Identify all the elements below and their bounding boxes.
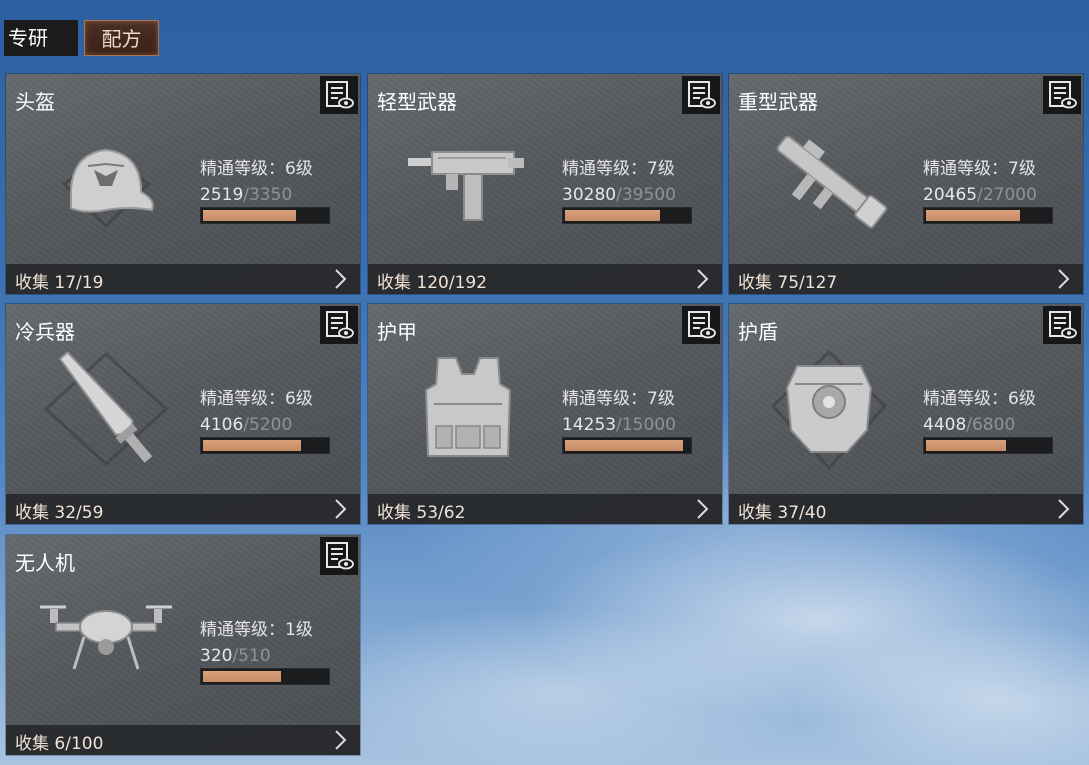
collection-footer[interactable]: 收集 17/19 (6, 264, 360, 294)
category-card-shield[interactable]: 护盾 精通等级：6级 4408/6800 收集 37/40 (729, 304, 1083, 524)
mastery-level: 精通等级：7级 (562, 389, 675, 409)
view-recipe-button[interactable] (320, 76, 358, 114)
mastery-progress: 320/510 (200, 646, 271, 666)
chevron-right-icon (697, 499, 709, 519)
collection-footer[interactable]: 收集 6/100 (6, 725, 360, 755)
progress-fill (565, 440, 683, 451)
progress-fill (203, 440, 301, 451)
collection-count: 收集 75/127 (738, 273, 838, 293)
progress-bar (200, 668, 330, 685)
category-card-helmet[interactable]: 头盔 精通等级：6级 2519/3350 收集 17/19 (6, 74, 360, 294)
collection-footer[interactable]: 收集 120/192 (368, 264, 722, 294)
blade-icon (43, 351, 169, 467)
document-eye-icon (1049, 81, 1077, 109)
document-eye-icon (688, 81, 716, 109)
mastery-progress: 4408/6800 (923, 415, 1016, 435)
chevron-right-icon (1058, 499, 1070, 519)
progress-fill (926, 210, 1020, 221)
tab-bar: 专研 配方 (4, 20, 159, 56)
collection-count: 收集 6/100 (15, 734, 104, 754)
collection-footer[interactable]: 收集 32/59 (6, 494, 360, 524)
progress-fill (203, 671, 281, 682)
armor-vest-icon (424, 357, 512, 457)
mastery-progress: 4106/5200 (200, 415, 293, 435)
tab-recipe[interactable]: 配方 (84, 20, 159, 56)
helmet-cap-icon (61, 148, 154, 229)
collection-footer[interactable]: 收集 53/62 (368, 494, 722, 524)
collection-count: 收集 32/59 (15, 503, 104, 523)
collection-count: 收集 53/62 (377, 503, 466, 523)
mastery-progress: 14253/15000 (562, 415, 676, 435)
card-title: 护甲 (377, 320, 417, 344)
chevron-right-icon (1058, 269, 1070, 289)
document-eye-icon (326, 311, 354, 339)
progress-fill (203, 210, 296, 221)
chevron-right-icon (697, 269, 709, 289)
collection-footer[interactable]: 收集 75/127 (729, 264, 1083, 294)
shield-armor-icon (770, 349, 888, 471)
progress-bar (923, 207, 1053, 224)
card-title: 护盾 (738, 320, 778, 344)
view-recipe-button[interactable] (320, 306, 358, 344)
tab-research[interactable]: 专研 (4, 20, 78, 56)
mastery-progress: 20465/27000 (923, 185, 1037, 205)
progress-fill (565, 210, 660, 221)
card-title: 轻型武器 (377, 90, 457, 114)
progress-bar (562, 207, 692, 224)
collection-count: 收集 37/40 (738, 503, 827, 523)
mastery-level: 精通等级：1级 (200, 620, 313, 640)
view-recipe-button[interactable] (682, 76, 720, 114)
document-eye-icon (1049, 311, 1077, 339)
view-recipe-button[interactable] (320, 537, 358, 575)
category-card-armor[interactable]: 护甲 精通等级：7级 14253/15000 收集 53/62 (368, 304, 722, 524)
card-title: 重型武器 (738, 90, 818, 114)
chevron-right-icon (335, 730, 347, 750)
progress-bar (923, 437, 1053, 454)
chevron-right-icon (335, 269, 347, 289)
category-card-light-weapons[interactable]: 轻型武器 精通等级：7级 30280/39500 收集 120/192 (368, 74, 722, 294)
mastery-level: 精通等级：6级 (923, 389, 1036, 409)
mastery-progress: 2519/3350 (200, 185, 293, 205)
card-title: 冷兵器 (15, 320, 75, 344)
progress-bar (200, 437, 330, 454)
card-title: 头盔 (15, 90, 55, 114)
rocket-launcher-icon (776, 135, 888, 229)
collection-count: 收集 120/192 (377, 273, 488, 293)
mastery-level: 精通等级：6级 (200, 159, 313, 179)
mastery-level: 精通等级：7级 (562, 159, 675, 179)
document-eye-icon (326, 81, 354, 109)
mastery-level: 精通等级：6级 (200, 389, 313, 409)
collection-count: 收集 17/19 (15, 273, 104, 293)
progress-fill (926, 440, 1006, 451)
document-eye-icon (688, 311, 716, 339)
view-recipe-button[interactable] (1043, 306, 1081, 344)
category-card-heavy-weapons[interactable]: 重型武器 精通等级：7级 20465/27000 收集 75/127 (729, 74, 1083, 294)
category-card-melee[interactable]: 冷兵器 精通等级：6级 4106/5200 收集 32/59 (6, 304, 360, 524)
drone-icon (40, 605, 172, 670)
view-recipe-button[interactable] (1043, 76, 1081, 114)
chevron-right-icon (335, 499, 347, 519)
view-recipe-button[interactable] (682, 306, 720, 344)
mastery-level: 精通等级：7级 (923, 159, 1036, 179)
mastery-progress: 30280/39500 (562, 185, 676, 205)
smg-icon (408, 151, 524, 221)
progress-bar (562, 437, 692, 454)
progress-bar (200, 207, 330, 224)
collection-footer[interactable]: 收集 37/40 (729, 494, 1083, 524)
document-eye-icon (326, 542, 354, 570)
category-card-drone[interactable]: 无人机 精通等级：1级 320/510 收集 6/100 (6, 535, 360, 755)
card-title: 无人机 (15, 551, 75, 575)
